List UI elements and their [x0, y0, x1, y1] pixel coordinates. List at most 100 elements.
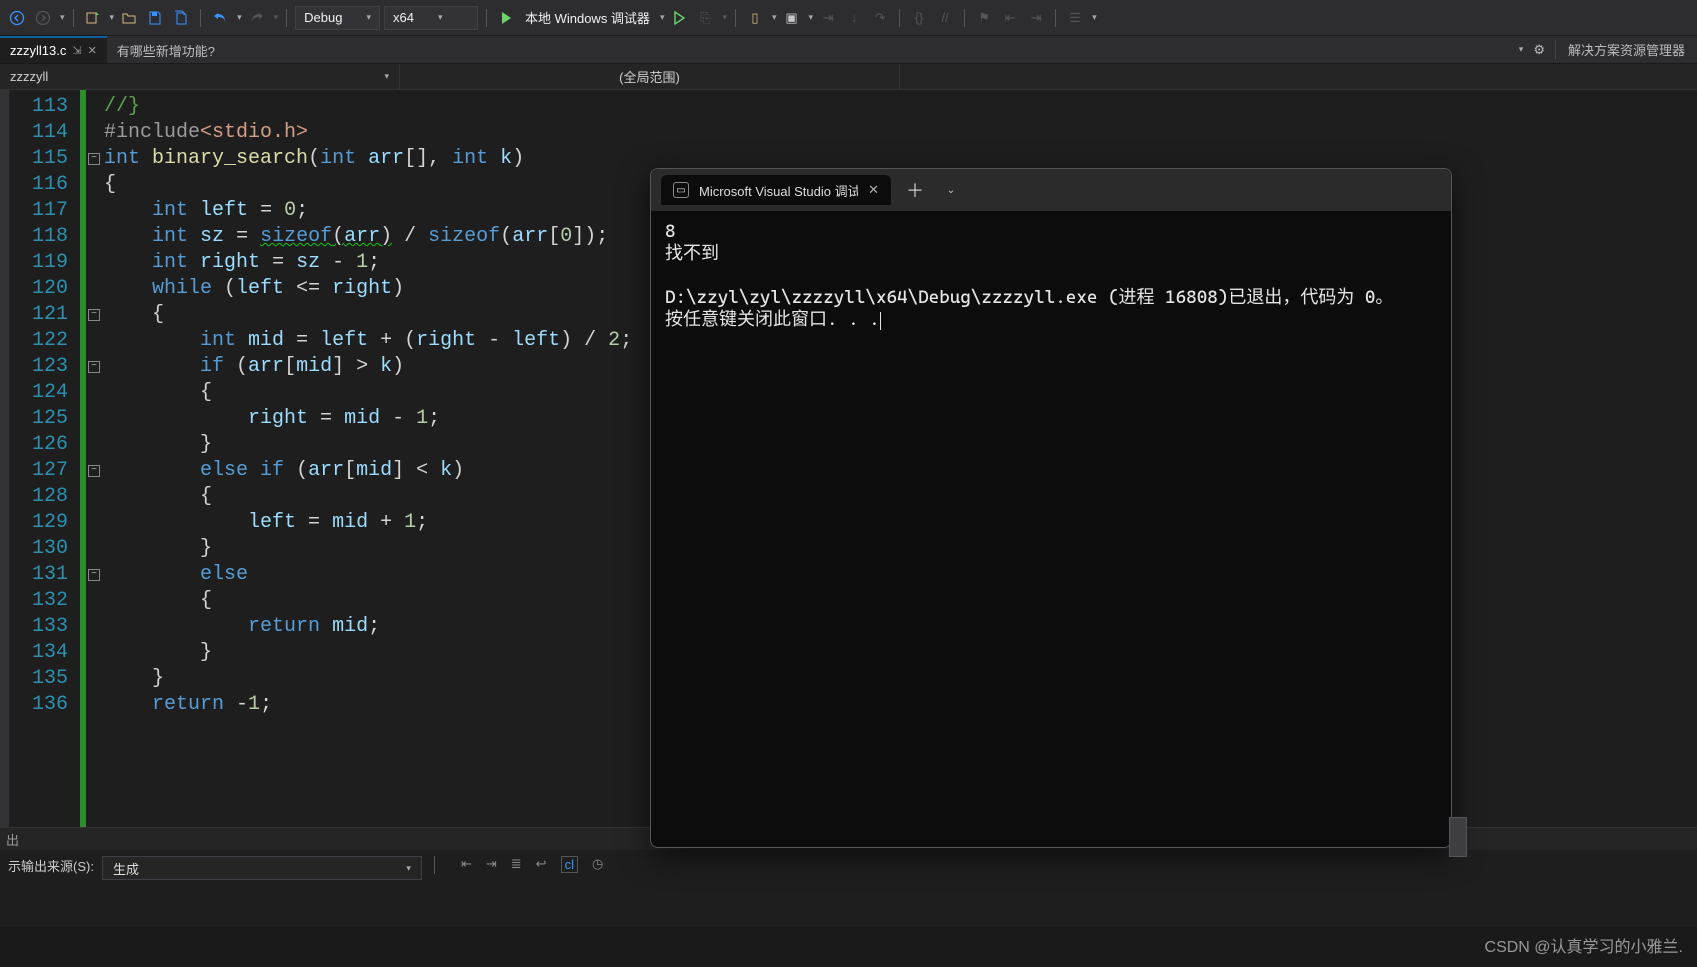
separator — [286, 9, 287, 27]
project-scope-value: zzzzyll — [10, 69, 48, 84]
separator — [73, 9, 74, 27]
solution-platform-combo[interactable]: x64 ▾ — [384, 6, 478, 30]
tab-active-file[interactable]: zzzyll13.c ⇲ ✕ — [0, 36, 107, 63]
start-debug-button[interactable] — [495, 6, 517, 30]
terminal-output[interactable]: 8 找不到 D:\zzyl\zyl\zzzzyll\x64\Debug\zzzz… — [651, 211, 1451, 847]
undo-dropdown[interactable]: ▾ — [237, 12, 242, 23]
line-number: 128 — [10, 484, 68, 510]
line-number: 134 — [10, 640, 68, 666]
gear-icon[interactable]: ⚙ — [1533, 42, 1545, 58]
line-number: 125 — [10, 406, 68, 432]
open-button[interactable] — [118, 6, 140, 30]
pin-icon[interactable]: ⇲ — [72, 44, 81, 57]
code-line[interactable]: //} — [104, 94, 1697, 120]
save-all-button[interactable] — [170, 6, 192, 30]
terminal-app-icon: ▭ — [673, 182, 689, 198]
fold-function-fold-toggle[interactable]: − — [88, 153, 100, 165]
line-number: 130 — [10, 536, 68, 562]
project-scope-combo[interactable]: zzzzyll ▾ — [0, 64, 400, 89]
undo-button[interactable] — [209, 6, 231, 30]
line-number: 135 — [10, 666, 68, 692]
folder-icon[interactable]: ▯ — [744, 6, 766, 30]
line-number: 119 — [10, 250, 68, 276]
fold-elseif-fold-toggle[interactable]: − — [88, 465, 100, 477]
separator — [1055, 9, 1056, 27]
line-number: 126 — [10, 432, 68, 458]
indent-less-icon[interactable]: ⇤ — [461, 856, 472, 873]
tab-whatsnew-label: 有哪些新增功能? — [117, 41, 215, 60]
save-button[interactable] — [144, 6, 166, 30]
line-number: 127 — [10, 458, 68, 484]
clear-all-icon[interactable]: cl — [561, 856, 578, 873]
terminal-tab[interactable]: ▭ Microsoft Visual Studio 调试控 ✕ — [661, 175, 891, 205]
solution-platform-value: x64 — [393, 10, 414, 25]
document-tab-strip: zzzyll13.c ⇲ ✕ 有哪些新增功能? ▾ ⚙ 解决方案资源管理器 — [0, 36, 1697, 64]
symbol-scope-combo[interactable]: (全局范围) — [400, 64, 900, 89]
start-without-debug-button[interactable] — [668, 6, 690, 30]
line-number: 132 — [10, 588, 68, 614]
close-tab-icon[interactable]: ✕ — [88, 44, 97, 57]
solution-config-combo[interactable]: Debug ▾ — [295, 6, 380, 30]
line-number: 124 — [10, 380, 68, 406]
solution-config-value: Debug — [304, 10, 342, 25]
symbol-scope-value: (全局范围) — [619, 67, 680, 86]
line-number: 123 — [10, 354, 68, 380]
indent-more-icon[interactable]: ⇥ — [486, 856, 497, 873]
line-number-gutter: 1131141151161171181191201211221231241251… — [10, 90, 80, 827]
list-icon: ☰ — [1064, 6, 1086, 30]
line-number: 120 — [10, 276, 68, 302]
debugger-label[interactable]: 本地 Windows 调试器 — [521, 8, 654, 27]
line-number: 115 — [10, 146, 68, 172]
csdn-watermark: CSDN @认真学习的小雅兰. — [1485, 933, 1683, 957]
line-number: 136 — [10, 692, 68, 718]
terminal-tab-close-icon[interactable]: ✕ — [868, 182, 879, 198]
vertical-scrollbar-thumb[interactable] — [1449, 817, 1467, 857]
terminal-titlebar[interactable]: ▭ Microsoft Visual Studio 调试控 ✕ ＋ ⌄ — [651, 169, 1451, 211]
nav-back-button[interactable] — [6, 6, 28, 30]
separator — [899, 9, 900, 27]
nav-history-dropdown[interactable]: ▾ — [60, 12, 65, 23]
redo-button — [246, 6, 268, 30]
indent-icon: ⇥ — [817, 6, 839, 30]
output-panel-tab[interactable]: 出 — [6, 830, 19, 849]
fold-else-fold-toggle[interactable]: − — [88, 569, 100, 581]
word-wrap-icon[interactable]: ↩ — [536, 856, 547, 873]
new-item-button[interactable] — [82, 6, 104, 30]
terminal-tab-dropdown[interactable]: ⌄ — [939, 176, 963, 204]
terminal-cursor — [880, 312, 881, 330]
separator — [486, 9, 487, 27]
separator — [200, 9, 201, 27]
output-source-combo[interactable]: 生成 ▾ — [102, 856, 422, 880]
folding-column[interactable]: − − − − − — [86, 90, 104, 827]
solution-explorer-label[interactable]: 解决方案资源管理器 — [1555, 40, 1685, 59]
line-number: 118 — [10, 224, 68, 250]
breakpoint-gutter[interactable] — [0, 90, 10, 827]
terminal-new-tab-button[interactable]: ＋ — [901, 176, 929, 204]
clock-icon[interactable]: ◷ — [592, 856, 603, 873]
line-number: 122 — [10, 328, 68, 354]
line-number: 116 — [10, 172, 68, 198]
goto-line-icon[interactable]: ≣ — [511, 856, 522, 873]
nav-forward-button — [32, 6, 54, 30]
line-number: 114 — [10, 120, 68, 146]
line-number: 121 — [10, 302, 68, 328]
comment-icon: // — [934, 6, 956, 30]
fold-while-fold-toggle[interactable]: − — [88, 309, 100, 321]
code-nav-bar: zzzzyll ▾ (全局范围) — [0, 64, 1697, 90]
bookmark-icon: ⚑ — [973, 6, 995, 30]
tabs-overflow-dropdown[interactable]: ▾ — [1519, 44, 1524, 55]
fold-if-fold-toggle[interactable]: − — [88, 361, 100, 373]
bookmark-prev-icon: ⇤ — [999, 6, 1021, 30]
line-number: 129 — [10, 510, 68, 536]
step-into-icon: ↓ — [843, 6, 865, 30]
output-toolbar-icons: ⇤ ⇥ ≣ ↩ cl ◷ — [447, 856, 603, 873]
new-item-dropdown[interactable]: ▾ — [110, 12, 115, 23]
code-line[interactable]: #include<stdio.h> — [104, 120, 1697, 146]
output-source-value: 生成 — [113, 859, 139, 878]
debug-console-window: ▭ Microsoft Visual Studio 调试控 ✕ ＋ ⌄ 8 找不… — [650, 168, 1452, 848]
attach-process-icon: ⎘ — [694, 6, 716, 30]
window-layout-icon[interactable]: ▣ — [781, 6, 803, 30]
redo-dropdown: ▾ — [274, 12, 279, 23]
debugger-dropdown[interactable]: ▾ — [660, 12, 665, 23]
tab-whatsnew[interactable]: 有哪些新增功能? — [107, 36, 225, 63]
